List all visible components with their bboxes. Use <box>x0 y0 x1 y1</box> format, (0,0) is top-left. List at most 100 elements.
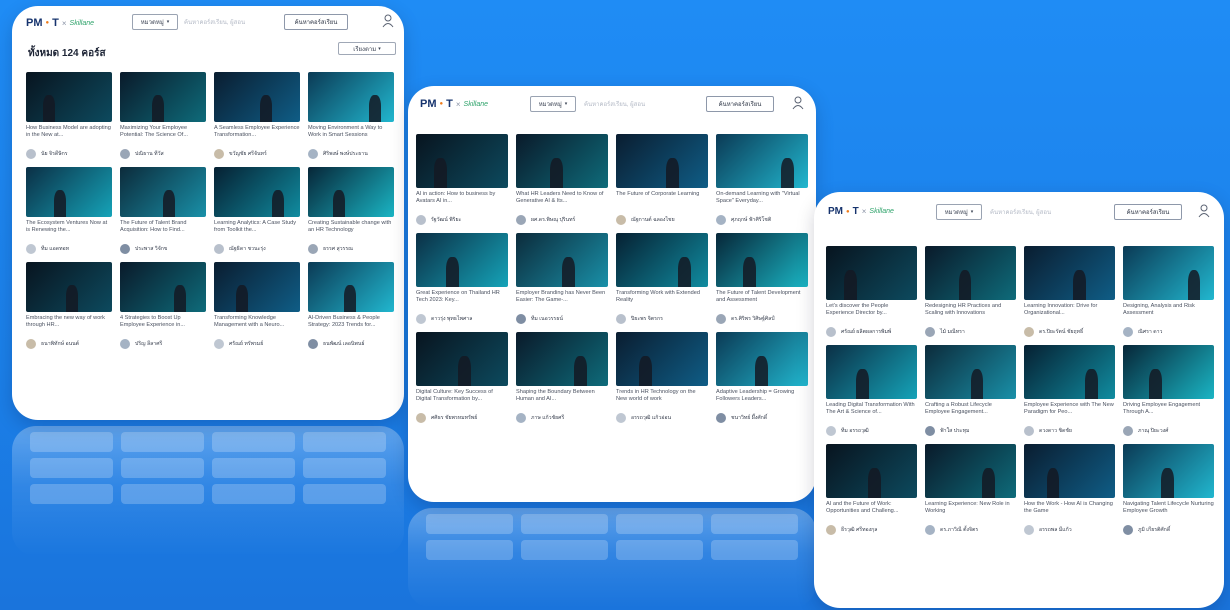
course-thumbnail[interactable] <box>214 262 300 312</box>
course-card[interactable]: Transforming Knowledge Management with a… <box>214 262 300 349</box>
category-dropdown[interactable]: หมวดหมู่ ▾ <box>936 204 982 220</box>
course-thumbnail[interactable] <box>308 167 394 217</box>
course-title[interactable]: The Future of Corporate Learning <box>616 191 708 213</box>
course-title[interactable]: AI and the Future of Work: Opportunities… <box>826 501 917 523</box>
course-title[interactable]: Digital Culture: Key Success of Digital … <box>416 389 508 411</box>
course-card[interactable]: Great Experience on Thailand HR Tech 202… <box>416 233 508 324</box>
course-thumbnail[interactable] <box>214 167 300 217</box>
course-title[interactable]: The Ecosystem Ventures Now at is Renewin… <box>26 220 112 242</box>
category-dropdown[interactable]: หมวดหมู่ ▾ <box>530 96 576 112</box>
course-thumbnail[interactable] <box>616 233 708 287</box>
course-thumbnail[interactable] <box>416 134 508 188</box>
search-button[interactable]: ค้นหาคอร์สเรียน <box>1114 204 1182 220</box>
course-card[interactable]: Employer Branding has Never Been Easier:… <box>516 233 608 324</box>
course-title[interactable]: How Business Model are adopting in the N… <box>26 125 112 147</box>
course-thumbnail[interactable] <box>516 233 608 287</box>
course-title[interactable]: Employee Experience with The New Paradig… <box>1024 402 1115 424</box>
course-card[interactable]: AI in action: How to business by Avatars… <box>416 134 508 225</box>
course-title[interactable]: Learning Analytics: A Case Study from To… <box>214 220 300 242</box>
course-card[interactable]: AI and the Future of Work: Opportunities… <box>826 444 917 535</box>
course-card[interactable]: 4 Strategies to Boost Up Employee Experi… <box>120 262 206 349</box>
course-title[interactable]: AI-Driven Business & People Strategy: 20… <box>308 315 394 337</box>
course-thumbnail[interactable] <box>716 233 808 287</box>
course-title[interactable]: 4 Strategies to Boost Up Employee Experi… <box>120 315 206 337</box>
sort-dropdown[interactable]: เรียงตาม ▾ <box>338 42 396 55</box>
course-card[interactable]: A Seamless Employee Experience Transform… <box>214 72 300 159</box>
course-thumbnail[interactable] <box>416 233 508 287</box>
logo[interactable]: PM ● T × Skillane <box>26 17 94 29</box>
search-input[interactable]: ค้นหาคอร์สเรียน, ผู้สอน <box>184 17 276 27</box>
course-card[interactable]: Navigating Talent Lifecycle Nurturing Em… <box>1123 444 1214 535</box>
course-card[interactable]: How Business Model are adopting in the N… <box>26 72 112 159</box>
course-thumbnail[interactable] <box>716 332 808 386</box>
course-thumbnail[interactable] <box>616 134 708 188</box>
course-card[interactable]: Transforming Work with Extended Reality ป… <box>616 233 708 324</box>
course-thumbnail[interactable] <box>826 246 917 300</box>
course-thumbnail[interactable] <box>120 167 206 217</box>
course-thumbnail[interactable] <box>1024 444 1115 498</box>
course-card[interactable]: Maximizing Your Employee Potential: The … <box>120 72 206 159</box>
course-thumbnail[interactable] <box>1123 444 1214 498</box>
course-card[interactable]: The Ecosystem Ventures Now at is Renewin… <box>26 167 112 254</box>
course-thumbnail[interactable] <box>120 72 206 122</box>
course-thumbnail[interactable] <box>516 332 608 386</box>
course-card[interactable]: The Future of Talent Development and Ass… <box>716 233 808 324</box>
logo[interactable]: PM ● T × Skillane <box>420 98 488 110</box>
course-thumbnail[interactable] <box>26 262 112 312</box>
course-title[interactable]: Designing, Analysis and Risk Assessment <box>1123 303 1214 325</box>
course-card[interactable]: AI-Driven Business & People Strategy: 20… <box>308 262 394 349</box>
course-title[interactable]: The Future of Talent Development and Ass… <box>716 290 808 312</box>
search-input[interactable]: ค้นหาคอร์สเรียน, ผู้สอน <box>584 99 684 109</box>
course-thumbnail[interactable] <box>308 262 394 312</box>
course-thumbnail[interactable] <box>1123 246 1214 300</box>
course-thumbnail[interactable] <box>26 167 112 217</box>
course-title[interactable]: Trends in HR Technology on the New world… <box>616 389 708 411</box>
category-dropdown[interactable]: หมวดหมู่ ▾ <box>132 14 178 30</box>
course-title[interactable]: Leading Digital Transformation With The … <box>826 402 917 424</box>
course-title[interactable]: AI in action: How to business by Avatars… <box>416 191 508 213</box>
course-card[interactable]: The Future of Talent Brand Acquisition: … <box>120 167 206 254</box>
course-title[interactable]: Embracing the new way of work through HR… <box>26 315 112 337</box>
user-icon[interactable] <box>792 96 804 110</box>
course-thumbnail[interactable] <box>925 444 1016 498</box>
course-title[interactable]: Crafting a Robust Lifecycle Employee Eng… <box>925 402 1016 424</box>
course-title[interactable]: Navigating Talent Lifecycle Nurturing Em… <box>1123 501 1214 523</box>
user-icon[interactable] <box>382 14 394 28</box>
course-title[interactable]: How the Work - How AI is Changing the Ga… <box>1024 501 1115 523</box>
course-card[interactable]: Learning Experience: New Role in Working… <box>925 444 1016 535</box>
course-thumbnail[interactable] <box>1123 345 1214 399</box>
course-title[interactable]: On-demand Learning with "Virtual Space" … <box>716 191 808 213</box>
course-title[interactable]: Redesigning HR Practices and Scaling wit… <box>925 303 1016 325</box>
course-card[interactable]: Moving Environment a Way to Work in Smar… <box>308 72 394 159</box>
course-thumbnail[interactable] <box>616 332 708 386</box>
search-button[interactable]: ค้นหาคอร์สเรียน <box>284 14 348 30</box>
course-thumbnail[interactable] <box>120 262 206 312</box>
course-card[interactable]: Learning Analytics: A Case Study from To… <box>214 167 300 254</box>
course-card[interactable]: The Future of Corporate Learning ณัฐกานต์… <box>616 134 708 225</box>
course-title[interactable]: Learning Innovation: Drive for Organizat… <box>1024 303 1115 325</box>
course-title[interactable]: Moving Environment a Way to Work in Smar… <box>308 125 394 147</box>
course-card[interactable]: Leading Digital Transformation With The … <box>826 345 917 436</box>
logo[interactable]: PM ● T × Skillane <box>828 206 894 217</box>
course-thumbnail[interactable] <box>1024 246 1115 300</box>
course-card[interactable]: How the Work - How AI is Changing the Ga… <box>1024 444 1115 535</box>
course-card[interactable]: Trends in HR Technology on the New world… <box>616 332 708 423</box>
course-title[interactable]: Let's discover the People Experience Dir… <box>826 303 917 325</box>
course-title[interactable]: Shaping the Boundary Between Human and A… <box>516 389 608 411</box>
course-title[interactable]: Maximizing Your Employee Potential: The … <box>120 125 206 147</box>
course-card[interactable]: Adaptive Leadership = Growing Followers … <box>716 332 808 423</box>
course-card[interactable]: Designing, Analysis and Risk Assessment ณ… <box>1123 246 1214 337</box>
course-thumbnail[interactable] <box>925 246 1016 300</box>
course-title[interactable]: Employer Branding has Never Been Easier:… <box>516 290 608 312</box>
course-card[interactable]: Let's discover the People Experience Dir… <box>826 246 917 337</box>
course-title[interactable]: Learning Experience: New Role in Working <box>925 501 1016 523</box>
course-title[interactable]: Transforming Work with Extended Reality <box>616 290 708 312</box>
course-card[interactable]: Creating Sustainable change with an HR T… <box>308 167 394 254</box>
course-title[interactable]: A Seamless Employee Experience Transform… <box>214 125 300 147</box>
course-card[interactable]: Employee Experience with The New Paradig… <box>1024 345 1115 436</box>
course-thumbnail[interactable] <box>925 345 1016 399</box>
course-title[interactable]: What HR Leaders Need to Know of Generati… <box>516 191 608 213</box>
course-thumbnail[interactable] <box>416 332 508 386</box>
course-card[interactable]: Embracing the new way of work through HR… <box>26 262 112 349</box>
course-card[interactable]: Digital Culture: Key Success of Digital … <box>416 332 508 423</box>
